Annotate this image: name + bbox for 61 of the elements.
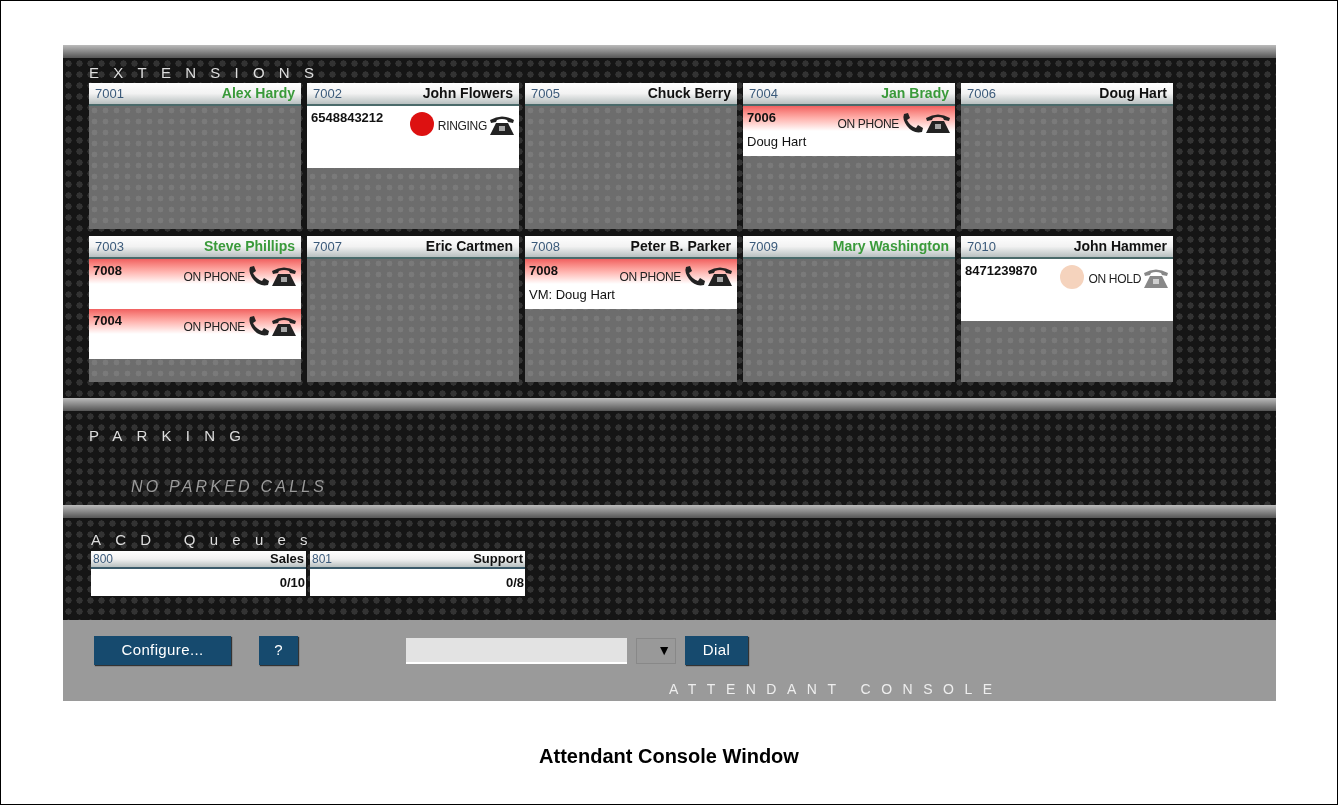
queue-number: 801 [312, 551, 333, 568]
extension-name: Chuck Berry [647, 84, 731, 103]
extension-number: 7006 [967, 84, 996, 103]
handset-icon [901, 112, 925, 134]
extension-number: 7009 [749, 237, 778, 256]
call-detail: VM: Doug Hart [529, 287, 615, 302]
extension-number: 7007 [313, 237, 342, 256]
queue-name: Support [473, 550, 523, 569]
call-status: ON PHONE [183, 269, 245, 286]
empty-message: NO PARKED CALLS [131, 477, 328, 497]
caption: Attendant Console Window [539, 744, 799, 769]
call-status: RINGING [437, 118, 487, 135]
dial-input[interactable] [406, 637, 627, 664]
desk-phone-icon [271, 315, 297, 337]
queue-number: 800 [93, 551, 114, 568]
extension-number: 7004 [749, 84, 778, 103]
extension-name: Mary Washington [832, 237, 949, 256]
caller-number: 7006 [747, 109, 776, 127]
handset-icon [247, 265, 271, 287]
console-title: ATTENDANT CONSOLE [669, 681, 1003, 697]
queue-count: 0/8 [505, 573, 524, 592]
call-detail: Doug Hart [747, 134, 807, 149]
caller-number: 7008 [529, 262, 558, 280]
extension-name: Alex Hardy [221, 84, 295, 103]
caller-number: 7008 [93, 262, 122, 280]
desk-phone-icon [707, 265, 733, 287]
queue-name: Sales [270, 550, 304, 569]
configure-button[interactable]: Configure... [94, 636, 231, 665]
extension-name: John Flowers [422, 84, 513, 103]
handset-icon [683, 265, 707, 287]
desk-phone-icon [489, 114, 515, 136]
desk-phone-icon [925, 112, 951, 134]
extension-number: 7008 [531, 237, 560, 256]
dial-button[interactable]: Dial [685, 636, 748, 665]
extension-name: Eric Cartmen [425, 237, 513, 256]
call-status: ON PHONE [619, 269, 681, 286]
queue-count: 0/10 [279, 573, 305, 592]
extension-name: John Hammer [1073, 237, 1167, 256]
call-status: ON HOLD [1088, 271, 1141, 288]
extension-name: Jan Brady [881, 84, 949, 103]
extension-name: Steve Phillips [203, 237, 295, 256]
handset-icon [247, 315, 271, 337]
section-title: EXTENSIONS [89, 64, 329, 82]
desk-phone-icon [271, 265, 297, 287]
extension-name: Peter B. Parker [630, 237, 731, 256]
section-title: PARKING [89, 427, 256, 445]
caller-number: 8471239870 [965, 262, 1038, 280]
call-status: ON PHONE [183, 319, 245, 336]
dropdown-button[interactable]: ▼ [636, 637, 676, 664]
extension-number: 7005 [531, 84, 560, 103]
extension-name: Doug Hart [1099, 84, 1167, 103]
extension-number: 7002 [313, 84, 342, 103]
section-title: ACD Queues [91, 531, 322, 549]
call-status: ON PHONE [837, 116, 899, 133]
caller-number: 7004 [93, 312, 122, 330]
caller-number: 6548843212 [311, 109, 384, 127]
desk-phone-icon [1143, 267, 1169, 289]
extension-number: 7003 [95, 237, 124, 256]
extension-number: 7001 [95, 84, 124, 103]
help-button[interactable]: ? [259, 636, 298, 665]
extension-number: 7010 [967, 237, 996, 256]
